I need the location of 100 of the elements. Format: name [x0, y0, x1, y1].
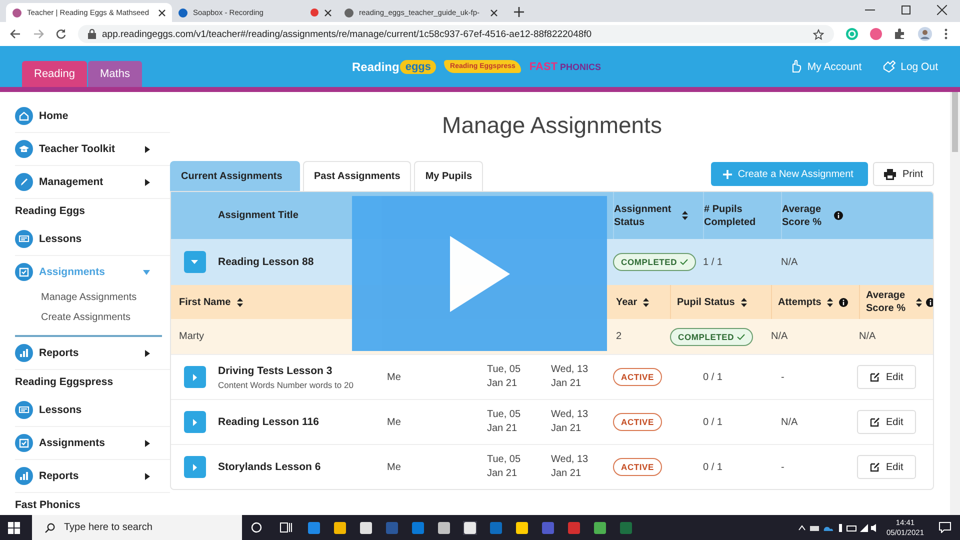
- table-cell: 0 / 1: [703, 462, 722, 472]
- printer-icon: [884, 168, 896, 180]
- close-icon[interactable]: [490, 8, 498, 16]
- sort-icon[interactable]: [236, 298, 243, 306]
- sidebar-item[interactable]: Lessons: [15, 223, 170, 256]
- assign-icon: [15, 263, 33, 281]
- page-title: Manage Assignments: [441, 112, 663, 140]
- sidebar-item[interactable]: Home: [15, 100, 170, 133]
- maximize-icon[interactable]: [901, 5, 911, 15]
- section-heading: Reading Eggspress: [15, 375, 114, 390]
- caret-icon: [191, 260, 198, 264]
- home-icon: [15, 107, 33, 125]
- cortana-icon[interactable]: [251, 522, 262, 533]
- sidebar-item[interactable]: Lessons: [15, 394, 170, 427]
- info-icon[interactable]: [926, 298, 933, 306]
- tab[interactable]: My Pupils: [414, 161, 484, 191]
- logo-text: FAST PHONICS: [529, 60, 602, 72]
- table-cell-text: Tue, 05 Jan 21: [487, 408, 522, 436]
- sidebar-item[interactable]: Reports: [15, 460, 170, 493]
- status-badge: COMPLETED: [670, 328, 754, 346]
- puzzle-icon[interactable]: [894, 28, 906, 40]
- taskbar-app-icon[interactable]: [333, 520, 347, 534]
- table-cell: N/A: [859, 331, 876, 342]
- sort-icon[interactable]: [740, 298, 747, 306]
- table-cell: 2: [616, 331, 622, 342]
- taskbar-app-icon[interactable]: [463, 520, 477, 534]
- column-header: Attempts: [778, 296, 822, 308]
- star-icon[interactable]: [813, 28, 824, 40]
- edit-button[interactable]: Edit: [857, 365, 916, 389]
- edit-button[interactable]: Edit: [857, 410, 916, 434]
- column-header: Year: [616, 296, 638, 308]
- edit-icon: [870, 372, 880, 382]
- table-cell: 0 / 1: [703, 372, 722, 382]
- expand-toggle[interactable]: [184, 251, 206, 273]
- sort-icon[interactable]: [916, 298, 922, 306]
- close-icon[interactable]: [158, 8, 166, 16]
- back-icon[interactable]: [10, 29, 21, 39]
- taskbar-search-field[interactable]: Type here to search: [32, 515, 242, 540]
- logo-text: Reading: [352, 60, 400, 74]
- subject-tab[interactable]: Maths: [88, 61, 142, 87]
- assign-icon: [15, 434, 33, 452]
- status-badge: ACTIVE: [613, 413, 662, 431]
- taskbar-app-icon[interactable]: [593, 520, 607, 534]
- reload-icon[interactable]: [56, 29, 66, 39]
- favicon-icon: [344, 8, 354, 18]
- info-icon[interactable]: [834, 211, 843, 220]
- caret-icon: [192, 464, 196, 470]
- scrollbar[interactable]: [950, 92, 960, 515]
- info-icon[interactable]: [839, 298, 848, 306]
- table-cell-text: Wed, 13 Jan 21: [551, 363, 590, 391]
- table-cell: Marty: [179, 331, 204, 342]
- logo-badge: eggs: [400, 60, 436, 74]
- print-button[interactable]: Print: [873, 162, 934, 186]
- status-badge: COMPLETED: [613, 253, 696, 271]
- tab[interactable]: Past Assignments: [303, 161, 412, 191]
- column-header: Assignment Title: [218, 209, 298, 222]
- table-cell-text: Wed, 13 Jan 21: [551, 408, 590, 436]
- submenu-item[interactable]: Create Assignments: [15, 308, 170, 328]
- avatar-icon[interactable]: [918, 27, 932, 41]
- expand-toggle[interactable]: [184, 456, 206, 478]
- address-field[interactable]: app.readingeggs.com/v1/teacher#/reading/assignments/re/manage/current/1c58c937-67ef-4516-ae12-88f8222048f0: [78, 25, 834, 43]
- sort-icon[interactable]: [643, 298, 650, 306]
- expand-toggle[interactable]: [184, 411, 206, 433]
- sidebar-item[interactable]: Teacher Toolkit: [15, 133, 170, 166]
- close-icon[interactable]: [324, 8, 332, 16]
- hat-icon: [15, 140, 33, 158]
- notification-icon[interactable]: [939, 522, 951, 533]
- table-cell: 0 / 1: [703, 416, 722, 428]
- submenu-item[interactable]: Manage Assignments: [15, 288, 170, 308]
- column-header: Pupil Status: [677, 296, 735, 308]
- taskbar-app-icon[interactable]: [359, 520, 373, 534]
- new-tab-icon[interactable]: [514, 7, 524, 17]
- expand-toggle[interactable]: [184, 366, 206, 388]
- table-cell: N/A: [781, 256, 798, 268]
- lessons-icon: [15, 401, 33, 419]
- play-icon: [450, 236, 510, 312]
- extension-icon[interactable]: [870, 28, 882, 40]
- assignment-title: Driving Tests Lesson 3: [218, 364, 332, 376]
- task-view-icon[interactable]: [280, 522, 292, 533]
- assignment-title: Reading Lesson 88: [218, 256, 314, 268]
- taskbar-app-icon[interactable]: [515, 520, 529, 534]
- table-cell: Me: [387, 372, 401, 382]
- sidebar-item[interactable]: Management: [15, 166, 170, 199]
- reports-icon: [15, 344, 33, 362]
- sort-icon[interactable]: [827, 298, 834, 306]
- close-icon[interactable]: [937, 5, 947, 15]
- favicon-icon: [178, 8, 188, 18]
- plus-icon: [722, 170, 732, 178]
- windows-icon[interactable]: [8, 522, 20, 534]
- edit-button[interactable]: Edit: [857, 455, 916, 479]
- table-cell: 1 / 1: [703, 256, 722, 268]
- more-icon[interactable]: [944, 28, 948, 40]
- sidebar-item[interactable]: Reports: [15, 337, 170, 370]
- tab[interactable]: Current Assignments: [170, 161, 300, 191]
- subject-tab[interactable]: Reading: [22, 61, 87, 87]
- sort-icon[interactable]: [682, 211, 688, 220]
- column-header: First Name: [179, 296, 231, 308]
- reports-icon: [15, 467, 33, 485]
- taskbar-app-icon[interactable]: [437, 520, 451, 534]
- sidebar-item[interactable]: Assignments: [15, 427, 170, 460]
